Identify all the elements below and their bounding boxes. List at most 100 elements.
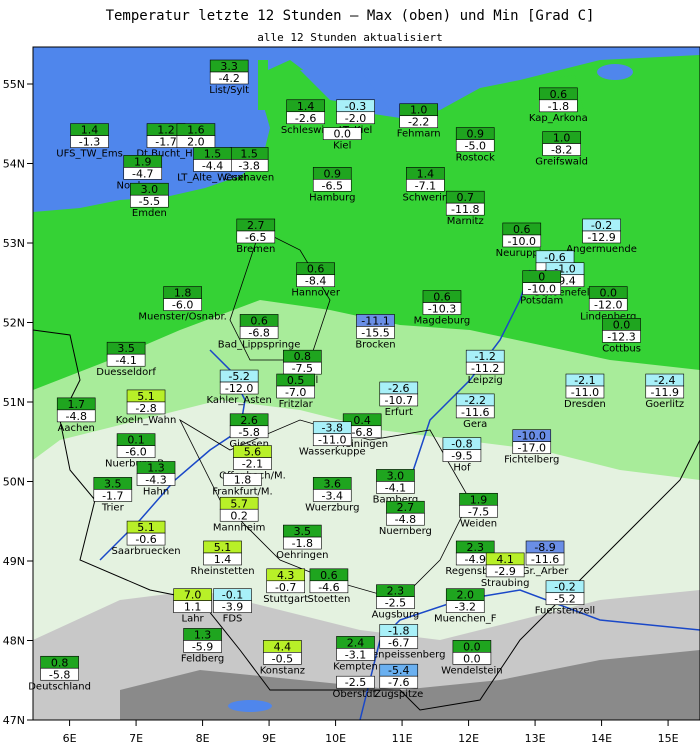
station-name: Wendelstein <box>441 665 502 676</box>
station-name: Augsburg <box>372 610 420 621</box>
min-value: -3.9 <box>222 601 243 614</box>
station-marker[interactable]: 2.7-6.5Bremen <box>236 218 275 255</box>
station-name: Hof <box>453 463 471 474</box>
min-value: -11.0 <box>318 434 346 447</box>
station-marker[interactable]: 1.4-7.1Schwerin <box>402 167 448 203</box>
station-marker[interactable]: -8.9-11.6Gr._Arber <box>522 540 570 577</box>
lon-label: 6E <box>63 732 77 745</box>
min-value: -6.5 <box>245 231 266 244</box>
station-marker[interactable]: 3.0-4.1Bamberg <box>373 469 419 505</box>
station-marker[interactable]: -5.4-7.6Zugspitze <box>374 663 423 700</box>
station-marker[interactable]: 5.70.2Mannheim <box>213 496 265 533</box>
station-marker[interactable]: 4.3-0.7Stuttgart <box>263 568 308 605</box>
station-marker[interactable]: 3.3-4.2List/Sylt <box>209 59 249 96</box>
station-marker[interactable]: 3.6-3.4Wuerzburg <box>305 477 359 513</box>
min-value: -12.9 <box>587 231 615 244</box>
min-value: -5.5 <box>139 195 160 208</box>
min-value: -6.5 <box>322 179 343 192</box>
station-name: Bremen <box>236 244 275 255</box>
lat-label: 50N <box>3 476 25 489</box>
station-marker[interactable]: 2.7-4.8Nuernberg <box>379 500 432 537</box>
min-value: -10.0 <box>527 283 555 296</box>
min-value: -6.8 <box>248 326 269 339</box>
station-marker[interactable]: 3.0-5.5Emden <box>130 182 169 219</box>
station-name: Rostock <box>456 153 495 164</box>
station-marker[interactable]: 4.1-2.9Straubing <box>481 552 530 589</box>
station-marker[interactable]: 1.9-7.5Weiden <box>459 492 498 529</box>
min-value: 0.0 <box>333 128 351 141</box>
station-marker[interactable]: 0.6-8.4Hannover <box>291 262 341 299</box>
min-value: -11.8 <box>451 203 479 216</box>
station-marker[interactable]: 0.5-7.0Fritzlar <box>276 373 315 410</box>
lat-label: 49N <box>3 555 25 568</box>
min-value: -17.0 <box>518 442 546 455</box>
station-marker[interactable]: 1.3-5.9Feldberg <box>181 628 224 664</box>
lon-label: 14E <box>591 732 612 745</box>
station-marker[interactable]: 0.0-12.3Cottbus <box>602 318 641 354</box>
station-marker[interactable]: -2.5Oberstdf. <box>333 675 379 700</box>
min-value: -6.0 <box>125 446 146 459</box>
station-marker[interactable]: 0.7-11.8Marnitz <box>445 190 485 227</box>
min-value: -1.3 <box>79 136 100 149</box>
min-value: 0.0 <box>463 652 481 665</box>
min-value: -1.8 <box>292 537 313 550</box>
station-name: Fichtelberg <box>504 455 559 466</box>
lon-label: 15E <box>658 732 679 745</box>
min-value: -5.0 <box>464 140 485 153</box>
station-name: Saarbruecken <box>112 546 181 557</box>
min-value: -5.8 <box>49 668 70 681</box>
station-marker[interactable]: 0-10.0Potsdam <box>520 270 563 307</box>
station-marker[interactable]: 0.9-6.5Hamburg <box>309 167 355 203</box>
min-value: -4.1 <box>115 354 136 367</box>
station-marker[interactable]: 1.0-2.2Fehmarn <box>397 103 441 140</box>
lake <box>597 64 633 80</box>
min-value: -6.7 <box>388 636 409 649</box>
station-name: Schwerin <box>402 192 448 203</box>
station-marker[interactable]: 1.0-8.2Greifswald <box>535 131 588 168</box>
min-value: -2.1 <box>242 458 263 471</box>
station-marker[interactable]: -2.6-10.7Erfurt <box>379 381 419 418</box>
min-value: -10.0 <box>508 235 536 248</box>
station-name: Leipzig <box>468 375 503 386</box>
min-value: -3.2 <box>455 601 476 614</box>
station-name: Duesseldorf <box>96 367 156 378</box>
min-value: -4.1 <box>385 481 406 494</box>
station-marker[interactable]: -2.4-11.9Goerlitz <box>645 373 684 410</box>
lat-label: 48N <box>3 635 25 648</box>
station-marker[interactable]: 1.7-4.8Aachen <box>56 397 96 434</box>
min-value: -11.0 <box>571 386 599 399</box>
min-value: -11.6 <box>461 406 489 419</box>
station-marker[interactable]: 1.62.0 <box>176 123 216 149</box>
station-name: Emden <box>132 208 167 219</box>
station-marker[interactable]: -1.2-11.2Leipzig <box>465 349 505 386</box>
station-marker[interactable]: -11.1-15.5Brocken <box>355 314 396 350</box>
min-value: -8.4 <box>305 275 326 288</box>
station-name: Kiel <box>333 141 351 152</box>
min-value: -4.2 <box>218 72 239 85</box>
min-value: -11.9 <box>651 386 679 399</box>
min-value: -0.6 <box>135 533 156 546</box>
station-marker[interactable]: 2.3-2.5Augsburg <box>372 584 420 621</box>
lon-label: 9E <box>262 732 276 745</box>
lon-label: 7E <box>129 732 143 745</box>
station-name: Frankfurt/M. <box>212 486 272 497</box>
min-value: -2.0 <box>345 112 366 125</box>
station-marker[interactable]: 0.9-5.0Rostock <box>456 127 495 164</box>
min-value: -4.4 <box>202 159 223 172</box>
station-name: Fritzlar <box>279 399 314 410</box>
station-name: Stuttgart <box>263 594 308 605</box>
station-marker[interactable]: 0.6-4.6Stoetten <box>307 568 350 605</box>
station-marker[interactable]: 4.4-0.5Konstanz <box>260 640 305 676</box>
station-marker[interactable]: 2.4-3.1Kempten <box>333 636 378 672</box>
lon-label: 10E <box>325 732 346 745</box>
min-value: -5.9 <box>192 640 213 653</box>
station-marker[interactable]: 3.5-1.8Oehringen <box>276 524 329 561</box>
station-marker[interactable]: -2.1-11.0Dresden <box>564 373 606 410</box>
min-value: -4.9 <box>464 553 485 566</box>
station-name: Hamburg <box>309 192 355 203</box>
station-name: Hannover <box>291 288 341 299</box>
min-value: -3.4 <box>322 489 343 502</box>
lon-label: 8E <box>196 732 210 745</box>
min-value: -0.5 <box>272 652 293 665</box>
station-marker[interactable]: 2.6-5.8Giessen <box>229 413 269 450</box>
